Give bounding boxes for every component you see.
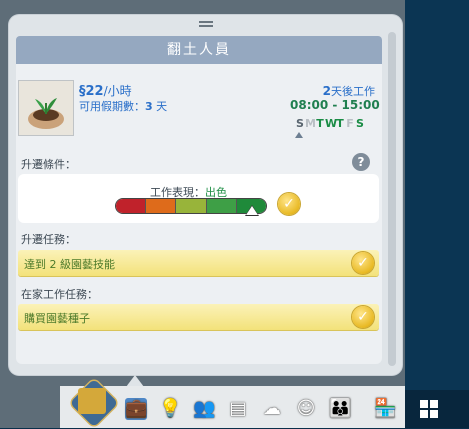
performance-segment-0 [116, 199, 146, 213]
promotion-label: 升遷條件： [21, 158, 76, 171]
next-work-days: 2 [322, 84, 331, 98]
career-tab-icon[interactable] [78, 388, 106, 414]
pay-rate: §22/小時 [79, 82, 132, 99]
performance-segment-1 [145, 199, 176, 213]
performance-segment-3 [205, 199, 236, 213]
wfh-task-row: 購買園藝種子 [18, 304, 379, 330]
promotion-tasks-label: 升遷任務： [21, 233, 76, 246]
panel-drag-handle[interactable] [199, 21, 213, 23]
day-sat: S [356, 117, 364, 130]
promotion-task-check-icon: ✓ [352, 252, 374, 274]
performance-segment-2 [175, 199, 206, 213]
work-days: SMTWT F S [295, 117, 365, 130]
wfh-tasks-label: 在家工作任務： [21, 288, 98, 301]
desktop-background [405, 0, 469, 428]
next-work-text: 天後工作 [331, 85, 375, 98]
work-hours: 08:00 - 15:00 [290, 98, 380, 112]
relationships-icon[interactable]: 👥 [193, 398, 215, 420]
aspiration-icon[interactable]: ☁ [261, 398, 283, 420]
career-title: 翻土人員 [16, 36, 382, 64]
lightbulb-icon[interactable]: 💡 [159, 398, 181, 420]
today-marker-icon [295, 132, 303, 138]
windows-logo-icon[interactable] [420, 400, 438, 418]
promotion-task-text: 達到 2 級園藝技能 [24, 258, 115, 271]
pay-unit: /小時 [103, 84, 132, 98]
pto-value: 3 [145, 100, 153, 113]
help-icon[interactable]: ? [352, 153, 370, 171]
panel-scrollbar[interactable] [388, 32, 396, 366]
briefcase-icon[interactable]: 💼 [125, 398, 147, 420]
pto-info: 可用假期數：3 天 [79, 98, 167, 114]
household-icon[interactable]: 👪 [329, 398, 351, 420]
day-wed: W [325, 117, 338, 130]
day-sun: S [296, 117, 304, 130]
wfh-task-check-icon: ✓ [352, 306, 374, 328]
pay-amount: 22 [85, 84, 104, 99]
skills-icon[interactable]: ☺ [295, 398, 317, 420]
performance-check-icon: ✓ [278, 193, 300, 215]
buy-mode-icon[interactable]: 🏪 [374, 398, 396, 420]
performance-marker-icon [245, 206, 258, 215]
day-tue: T [316, 117, 324, 130]
pto-unit: 天 [152, 100, 168, 113]
inventory-icon[interactable]: ▤ [227, 398, 249, 420]
day-mon: M [305, 117, 316, 130]
wfh-task-text: 購買園藝種子 [24, 312, 90, 325]
next-work: 2天後工作 [323, 83, 375, 99]
day-fri: F [346, 117, 354, 130]
pto-label: 可用假期數： [79, 100, 145, 113]
promotion-task-row: 達到 2 級園藝技能 [18, 250, 379, 276]
career-gardening-icon [18, 80, 74, 136]
day-thu: T [336, 117, 344, 130]
